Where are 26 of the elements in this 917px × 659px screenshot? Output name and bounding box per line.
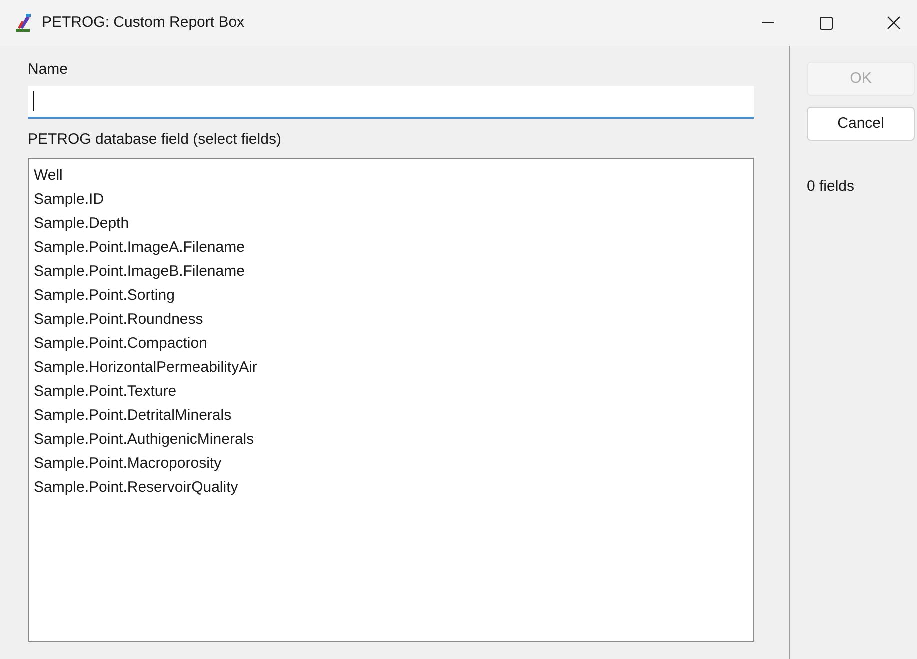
list-item[interactable]: Sample.Point.AuthigenicMinerals: [34, 428, 748, 452]
minimize-icon: [762, 22, 774, 24]
list-item[interactable]: Sample.HorizontalPermeabilityAir: [34, 356, 748, 380]
list-item[interactable]: Sample.Depth: [34, 212, 748, 236]
field-list[interactable]: [28, 158, 754, 642]
window-title: PETROG: Custom Report Box: [42, 12, 245, 33]
list-item[interactable]: Well: [34, 164, 748, 188]
maximize-icon: [820, 16, 832, 30]
list-item[interactable]: Sample.Point.Macroporosity: [34, 452, 748, 476]
list-item[interactable]: Sample.Point.DetritalMinerals: [34, 404, 748, 428]
list-item[interactable]: Sample.ID: [34, 188, 748, 212]
microscope-icon: [14, 13, 34, 33]
cancel-button[interactable]: Cancel: [807, 107, 915, 141]
name-field[interactable]: [28, 86, 754, 118]
list-item[interactable]: Sample.Point.ReservoirQuality: [34, 476, 748, 500]
close-icon: [887, 16, 901, 30]
list-item[interactable]: Sample.Point.Texture: [34, 380, 748, 404]
list-item[interactable]: Sample.Point.ImageB.Filename: [34, 260, 748, 284]
list-item[interactable]: Sample.Point.Sorting: [34, 284, 748, 308]
field-list-label: PETROG database field (select fields): [28, 130, 282, 150]
list-item[interactable]: Sample.Point.ImageA.Filename: [34, 236, 748, 260]
list-item[interactable]: Sample.Point.Roundness: [34, 308, 748, 332]
field-count: 0 fields: [807, 177, 856, 197]
name-label: Name: [28, 60, 70, 80]
list-item[interactable]: Sample.Point.Compaction: [34, 332, 748, 356]
text-cursor: [33, 91, 34, 111]
